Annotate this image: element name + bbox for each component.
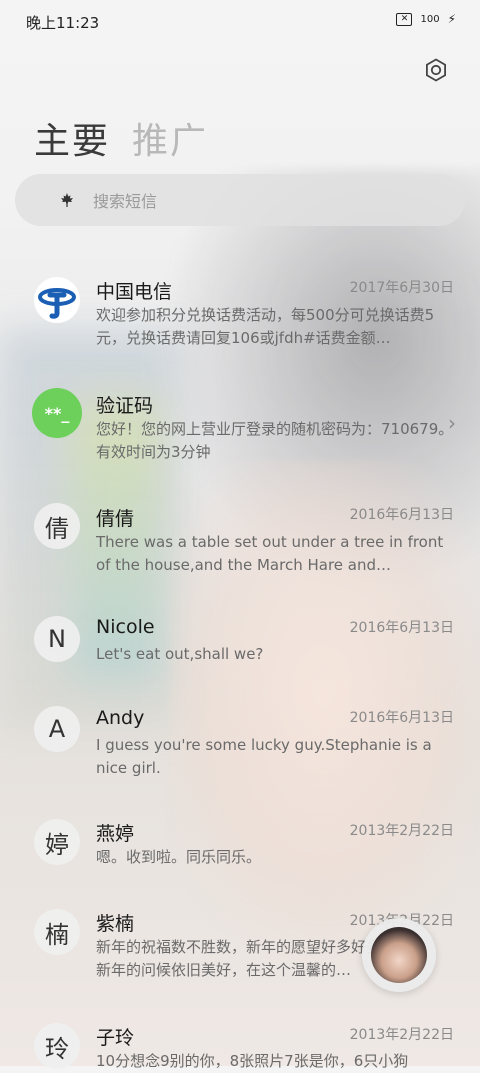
message-preview: 新年的祝福数不胜数，新年的愿望好多好多，新年的问候依旧美好，在这个温馨的… — [96, 938, 396, 979]
contact-name: 子玲 — [96, 1027, 135, 1049]
status-time: 晚上11:23 — [26, 14, 100, 32]
message-preview: 10分想念9别的你，8张照片7张是你，6只小狗 — [96, 1052, 409, 1070]
message-preview: 您好！您的网上营业厅登录的随机密码为：710679。有效时间为3分钟 — [96, 420, 454, 461]
list-item[interactable]: A Andy 2016年6月13日 I guess you're some lu… — [0, 690, 480, 800]
telecom-logo-icon — [34, 277, 80, 323]
message-date: 2016年6月13日 — [349, 507, 454, 523]
message-date: 2013年2月22日 — [349, 1027, 454, 1043]
charging-icon: ⚡ — [447, 12, 456, 26]
avatar: 楠 — [34, 909, 80, 955]
maple-leaf-icon — [61, 193, 73, 207]
contact-name: Andy — [96, 707, 145, 729]
compose-avatar-icon — [371, 927, 427, 983]
contact-name: 中国电信 — [96, 281, 173, 303]
list-item[interactable]: **_ 验证码 您好！您的网上营业厅登录的随机密码为：710679。有效时间为3… — [0, 373, 480, 483]
list-item[interactable]: 中国电信 2017年6月30日 欢迎参加积分兑换话费活动，每500分可兑换话费5… — [0, 255, 480, 365]
contact-name: 紫楠 — [96, 913, 135, 935]
search-bar[interactable]: 搜索短信 — [15, 174, 465, 226]
message-preview: I guess you're some lucky guy.Stephanie … — [96, 736, 432, 777]
message-preview: 欢迎参加积分兑换话费活动，每500分可兑换话费5元，兑换话费请回复106或jfd… — [96, 306, 435, 347]
gear-icon[interactable] — [424, 58, 448, 82]
tab-main[interactable]: 主要 — [34, 112, 110, 164]
compose-button[interactable] — [362, 918, 436, 992]
status-bar: 晚上11:23 ✕ 100 ⚡ — [0, 0, 480, 44]
message-date: 2016年6月13日 — [349, 710, 454, 726]
list-item[interactable]: 婷 燕婷 2013年2月22日 嗯。收到啦。同乐同乐。 — [0, 803, 480, 893]
list-item[interactable]: 倩 倩倩 2016年6月13日 There was a table set ou… — [0, 487, 480, 597]
message-date: 2017年6月30日 — [349, 280, 454, 296]
message-preview: 嗯。收到啦。同乐同乐。 — [96, 848, 262, 866]
avatar: 倩 — [34, 503, 80, 549]
message-preview: Let's eat out,shall we? — [96, 645, 264, 663]
tab-bar: 主要 推广 — [34, 112, 208, 164]
avatar: 婷 — [34, 819, 80, 865]
contact-name: 验证码 — [96, 395, 154, 417]
search-input[interactable]: 搜索短信 — [93, 188, 157, 212]
message-date: 2016年6月13日 — [349, 620, 454, 636]
verification-code-icon: **_ — [32, 388, 82, 438]
message-preview: There was a table set out under a tree i… — [96, 533, 444, 574]
avatar: A — [34, 706, 80, 752]
list-item[interactable]: 玲 子玲 2013年2月22日 10分想念9别的你，8张照片7张是你，6只小狗 — [0, 1007, 480, 1070]
contact-name: Nicole — [96, 616, 155, 638]
contact-name: 倩倩 — [96, 508, 135, 530]
tab-promotions[interactable]: 推广 — [132, 112, 208, 164]
avatar: 玲 — [34, 1023, 80, 1069]
avatar: N — [34, 616, 80, 662]
battery-level: 100 — [420, 13, 440, 25]
sim-off-icon: ✕ — [396, 12, 413, 26]
message-date: 2013年2月22日 — [349, 823, 454, 839]
list-item[interactable]: N Nicole 2016年6月13日 Let's eat out,shall … — [0, 600, 480, 690]
contact-name: 燕婷 — [96, 823, 135, 845]
chevron-right-icon: › — [448, 411, 456, 435]
